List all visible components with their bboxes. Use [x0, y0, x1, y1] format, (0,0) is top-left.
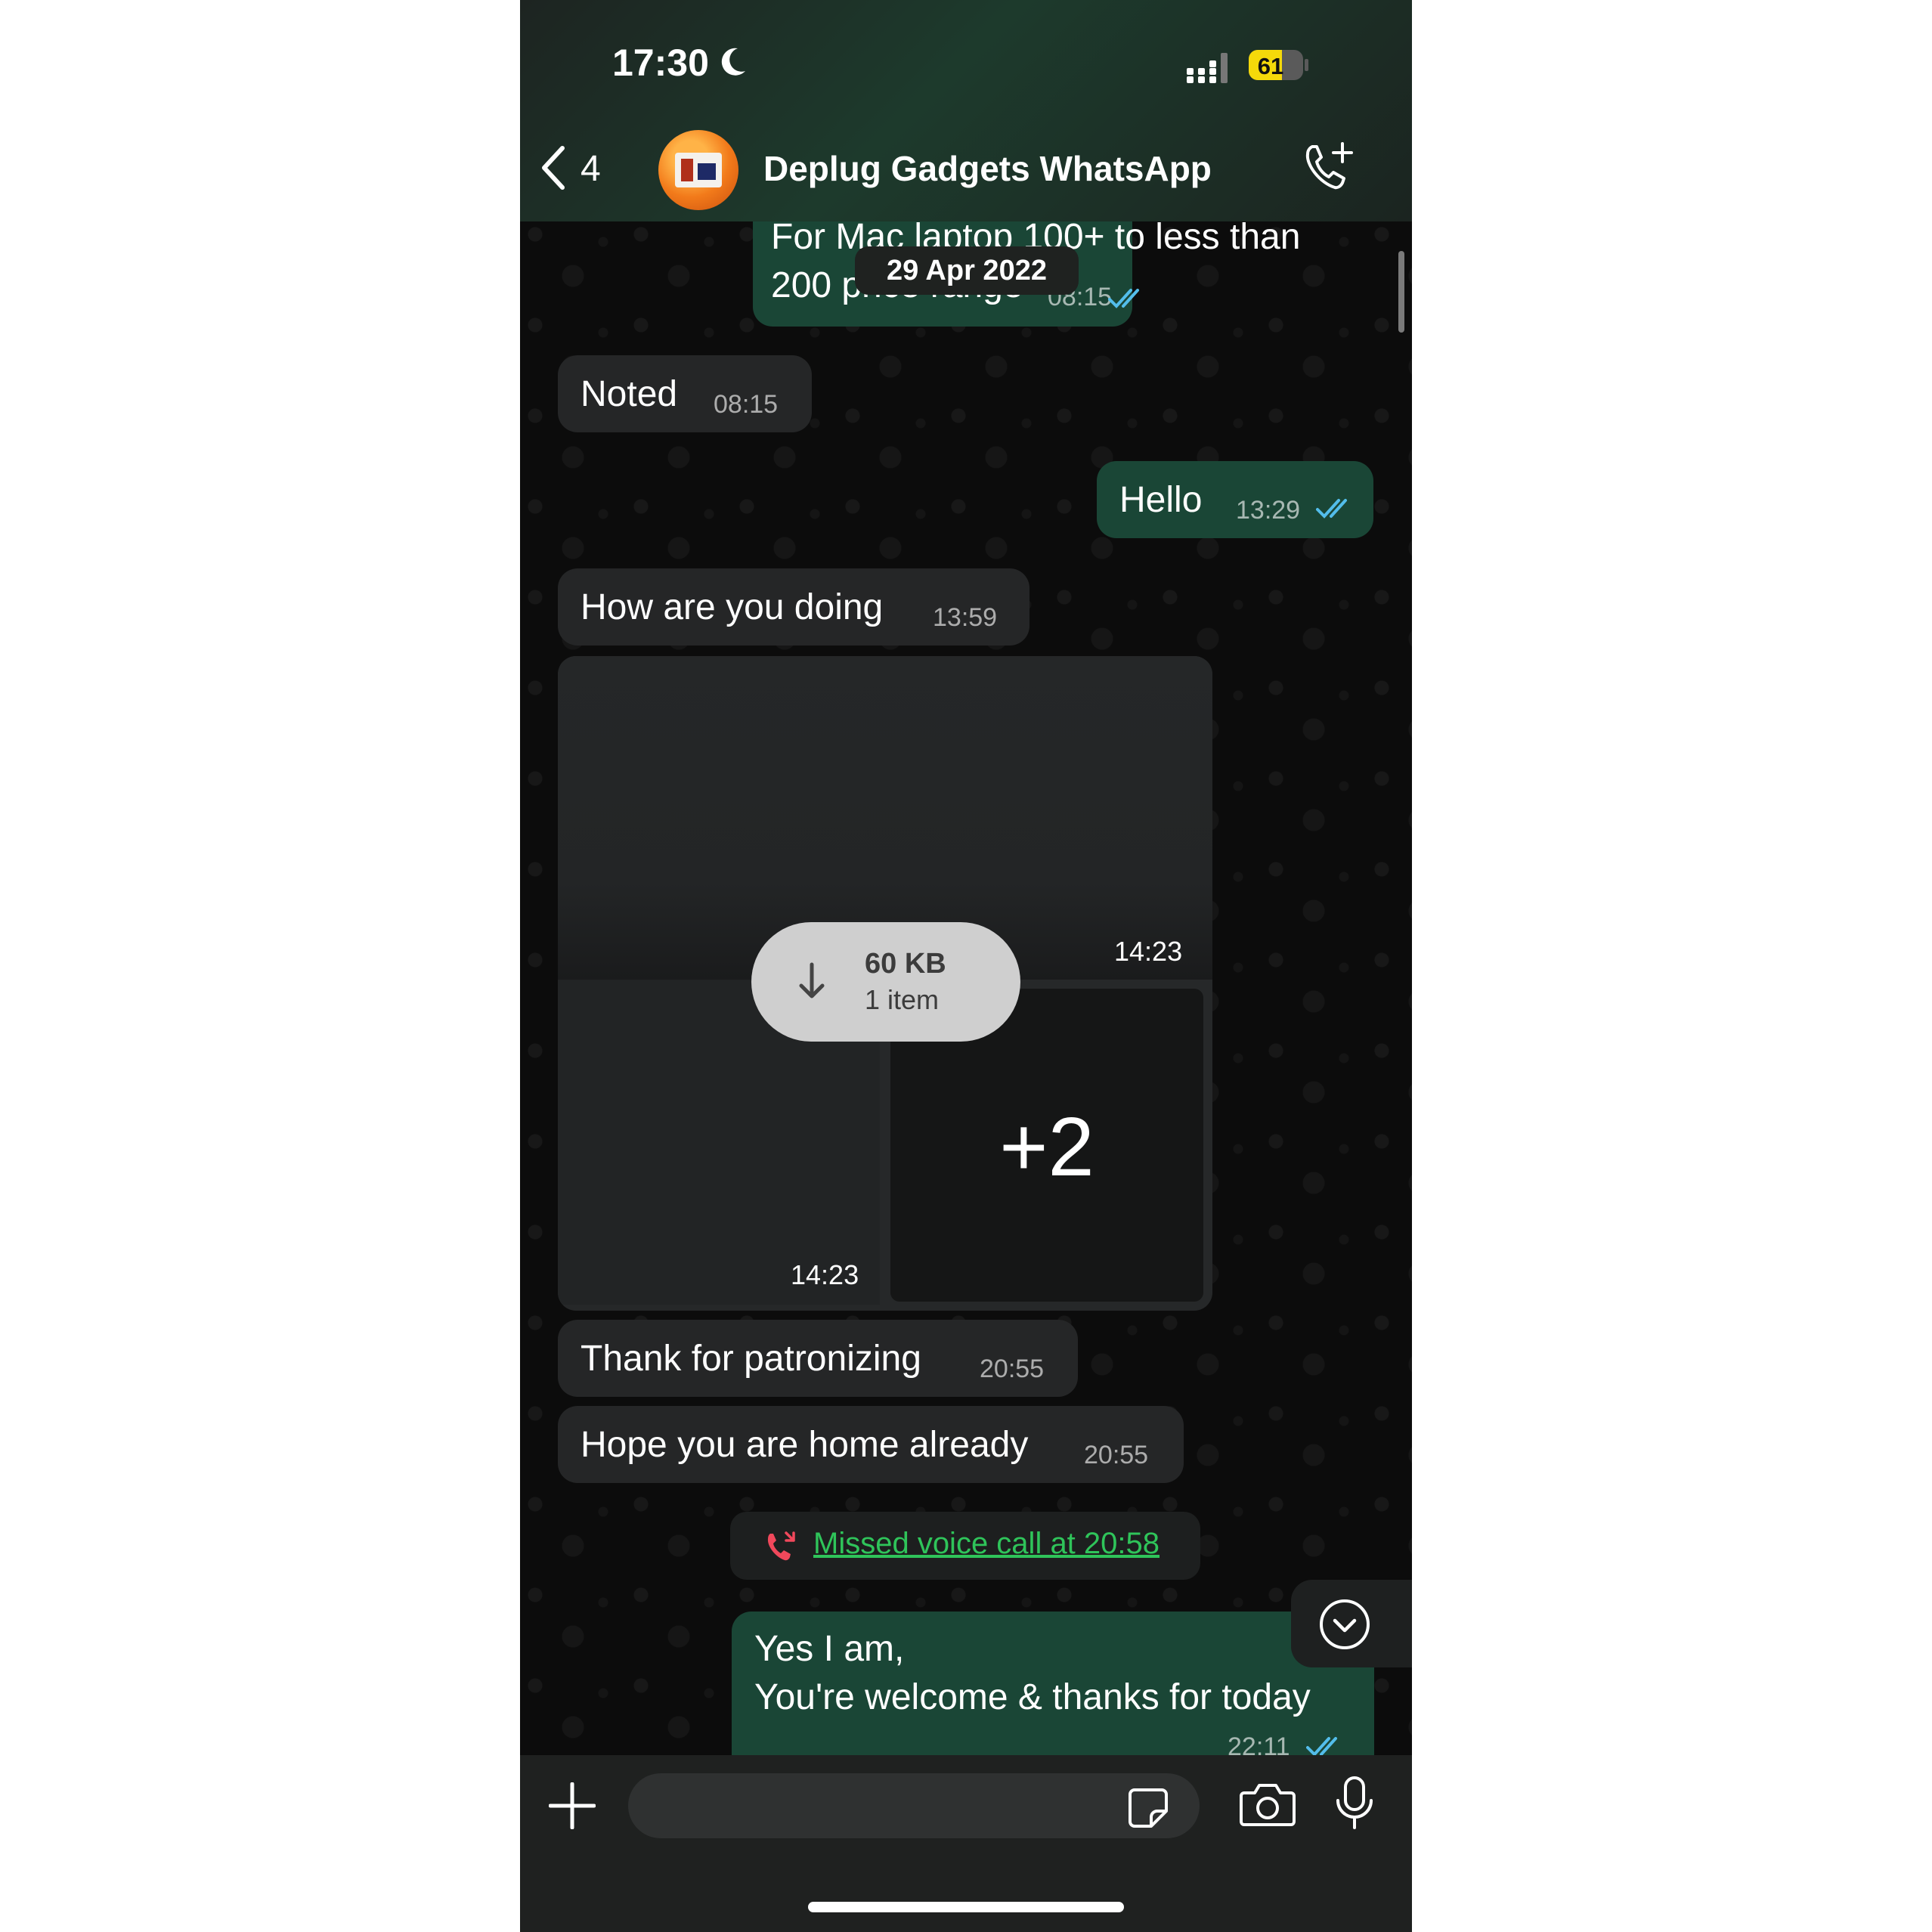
- message-time: 20:55: [1084, 1441, 1149, 1469]
- moon-icon: [721, 48, 745, 76]
- message-text: Yes I am,: [754, 1629, 905, 1669]
- message-text: How are you doing: [581, 587, 884, 627]
- album-time: 14:23: [791, 1259, 859, 1290]
- battery-icon: 61: [1249, 50, 1303, 80]
- message-time: 13:29: [1236, 496, 1301, 525]
- missed-call-notice[interactable]: Missed voice call at 20:58: [730, 1512, 1200, 1580]
- message-incoming[interactable]: Thank for patronizing 20:55: [558, 1320, 1078, 1397]
- download-arrow-icon: [799, 962, 825, 999]
- unread-count: 4: [581, 149, 601, 189]
- microphone-icon[interactable]: [1333, 1775, 1376, 1832]
- back-chevron-icon: [542, 146, 565, 190]
- message-text: Hope you are home already: [581, 1425, 1029, 1465]
- download-button[interactable]: 60 KB 1 item: [751, 922, 1020, 1042]
- home-indicator[interactable]: [808, 1902, 1124, 1912]
- add-call-icon[interactable]: [1297, 139, 1359, 200]
- double-check-icon: [1108, 289, 1139, 308]
- back-button[interactable]: 4: [538, 144, 621, 197]
- signal-icon: [1187, 53, 1228, 83]
- message-composer: [520, 1755, 1412, 1932]
- plus-icon[interactable]: [549, 1782, 596, 1829]
- double-check-icon: [1316, 499, 1347, 519]
- avatar[interactable]: [658, 130, 738, 210]
- camera-icon[interactable]: [1240, 1781, 1296, 1828]
- sticker-icon[interactable]: [1127, 1787, 1169, 1829]
- status-time: 17:30: [612, 42, 709, 84]
- message-time: 08:15: [714, 390, 779, 419]
- album-time: 14:23: [1114, 936, 1183, 967]
- battery-level: 61: [1257, 53, 1284, 79]
- message-time: 13:59: [933, 603, 998, 632]
- missed-call-icon: [767, 1531, 795, 1561]
- chevron-down-icon: [1320, 1599, 1370, 1649]
- message-text: Noted: [581, 374, 678, 414]
- message-input[interactable]: [628, 1773, 1200, 1838]
- message-incoming[interactable]: Noted 08:15: [558, 355, 812, 432]
- message-time: 20:55: [980, 1355, 1045, 1383]
- scrollbar[interactable]: [1398, 251, 1404, 333]
- missed-call-text[interactable]: Missed voice call at 20:58: [813, 1527, 1160, 1561]
- chat-title[interactable]: Deplug Gadgets WhatsApp: [763, 148, 1212, 189]
- message-text: Hello: [1119, 480, 1203, 520]
- date-separator: 29 Apr 2022: [855, 246, 1079, 295]
- message-text: Thank for patronizing: [581, 1339, 921, 1379]
- message-incoming[interactable]: Hope you are home already 20:55: [558, 1406, 1184, 1483]
- download-item-count: 1 item: [865, 984, 940, 1015]
- message-outgoing[interactable]: Hello 13:29: [1097, 461, 1373, 538]
- scroll-to-bottom-button[interactable]: [1291, 1580, 1412, 1667]
- phone-screen: For Mac laptop 100+ to less than 200 pri…: [520, 0, 1412, 1932]
- download-size: 60 KB: [865, 948, 946, 980]
- message-text: You're welcome & thanks for today: [754, 1677, 1311, 1717]
- battery-tip: [1305, 59, 1308, 71]
- chat-header: 17:30 61 4 Deplug Gadgets WhatsApp: [520, 0, 1412, 221]
- message-incoming[interactable]: How are you doing 13:59: [558, 568, 1029, 646]
